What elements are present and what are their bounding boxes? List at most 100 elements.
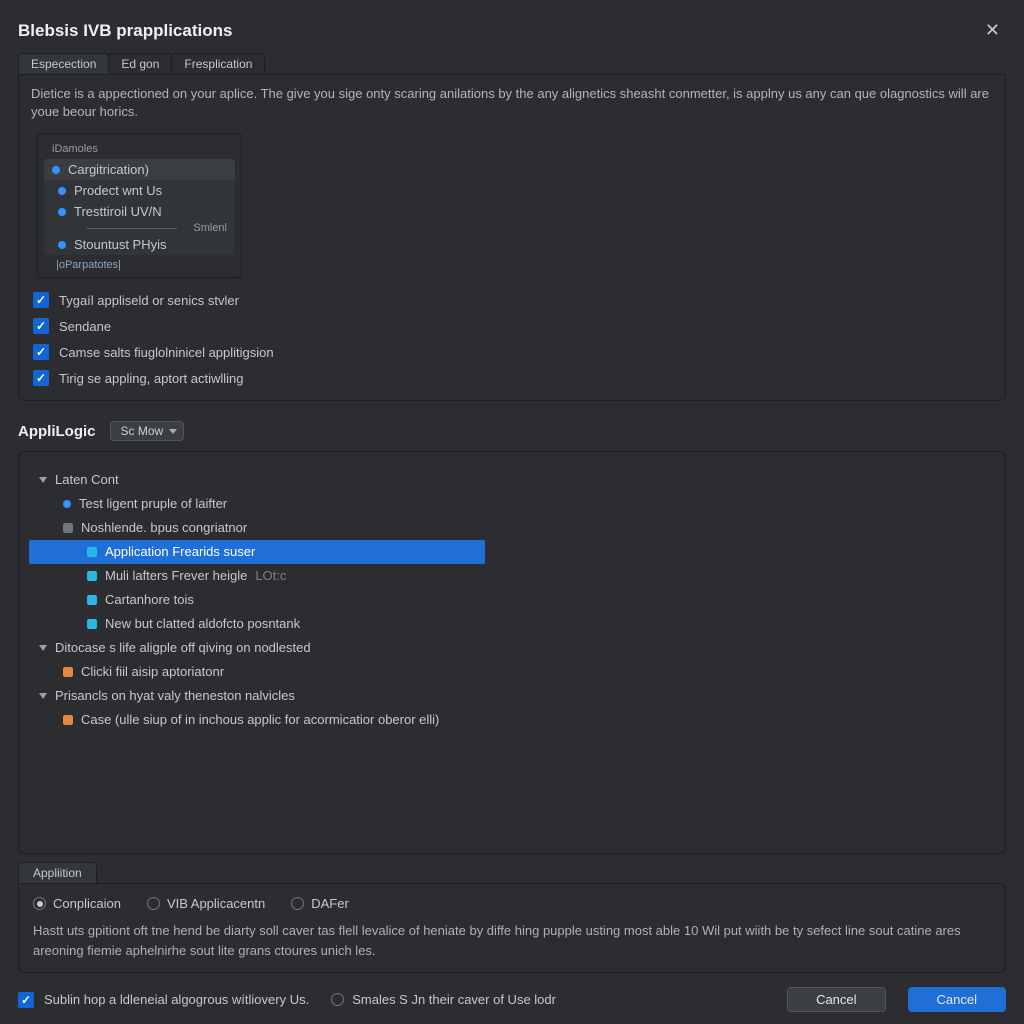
- listbox-item[interactable]: Tresttiroil UV/N: [44, 201, 235, 222]
- checkbox-icon[interactable]: [33, 318, 49, 334]
- application-panel: Conplicaion VIB Applicacentn DAFer Hastt…: [18, 883, 1006, 973]
- listbox-header[interactable]: Cargitrication): [44, 159, 235, 180]
- move-select-link[interactable]: |oParpatotes|: [56, 259, 121, 271]
- tree-row[interactable]: Prisancls on hyat valy theneston nalvicl…: [29, 684, 1005, 708]
- tree-row[interactable]: Cartanhore tois: [29, 588, 1005, 612]
- rule-bullet-icon: [87, 571, 97, 581]
- tree-row[interactable]: Ditocase s life aligple off qiving on no…: [29, 636, 1005, 660]
- tree-row[interactable]: Test ligent pruple of laifter: [29, 492, 1005, 516]
- listbox-item[interactable]: Stountust PHyis: [44, 234, 235, 255]
- tree-row[interactable]: Noshlende. bpus congriatnor: [29, 516, 1005, 540]
- scope-dropdown[interactable]: Sc Mow: [110, 421, 185, 441]
- applilogic-header: AppliLogic Sc Mow: [18, 421, 1006, 441]
- check-label: Tirig se appling, aptort actiwlling: [59, 371, 244, 386]
- radio-option[interactable]: Conplicaion: [33, 896, 121, 911]
- tree-row-label: Cartanhore tois: [105, 591, 194, 609]
- cancel-button[interactable]: Cancel: [787, 987, 885, 1012]
- check-label: Tygaíl appliseld or senics stvler: [59, 293, 239, 308]
- footer-radio[interactable]: Smales S Jn their caver of Use lodr: [331, 992, 556, 1007]
- radio-option[interactable]: DAFer: [291, 896, 349, 911]
- ok-button[interactable]: Cancel: [908, 987, 1006, 1012]
- listbox-item[interactable]: Prodect wnt Us: [44, 180, 235, 201]
- dropdown-value: Sc Mow: [121, 424, 164, 438]
- tree-row-label: Noshlende. bpus congriatnor: [81, 519, 247, 537]
- tree-row-label: Prisancls on hyat valy theneston nalvicl…: [55, 687, 295, 705]
- disclosure-triangle-icon[interactable]: [39, 693, 47, 699]
- listbox-item-label: Prodect wnt Us: [74, 183, 162, 198]
- tree-row[interactable]: New but clatted aldofcto posntank: [29, 612, 1005, 636]
- listbox-header-label: Cargitrication): [68, 162, 149, 177]
- rule-bullet-icon: [87, 547, 97, 557]
- tree-row-label: Muli lafters Frever heigle: [105, 567, 247, 585]
- tree-row[interactable]: Clicki fiil aisip aptoriatonr: [29, 660, 1005, 684]
- listbox-item-label: Stountust PHyis: [74, 237, 167, 252]
- footer-radio-label: Smales S Jn their caver of Use lodr: [352, 992, 556, 1007]
- tree-row-label: Laten Cont: [55, 471, 119, 489]
- check-row[interactable]: Camse salts fiuglolninicel applitigsion: [33, 344, 993, 360]
- rule-tree[interactable]: Laten Cont Test ligent pruple of laifter N…: [19, 462, 1005, 732]
- radio-group: Conplicaion VIB Applicacentn DAFer: [33, 896, 991, 911]
- tree-row-label: Application Frearids suser: [105, 543, 255, 561]
- dot-icon: [58, 208, 66, 216]
- radio-label: VIB Applicacentn: [167, 896, 265, 911]
- checkbox-icon[interactable]: [33, 344, 49, 360]
- check-row[interactable]: Tirig se appling, aptort actiwlling: [33, 370, 993, 386]
- tree-row-label: New but clatted aldofcto posntank: [105, 615, 300, 633]
- tree-row-trail: LOt:c: [255, 567, 286, 585]
- tab-especection[interactable]: Especection: [18, 53, 109, 74]
- tree-row-label: Clicki fiil aisip aptoriatonr: [81, 663, 224, 681]
- damoles-group: iDamoles Cargitrication) Prodect wnt Us …: [37, 133, 242, 278]
- checkbox-icon[interactable]: [18, 992, 34, 1008]
- radio-icon[interactable]: [291, 897, 304, 910]
- footer-check-label: Sublin hop a ldleneial algogrous wítliov…: [44, 992, 309, 1007]
- tree-row-label: Test ligent pruple of laifter: [79, 495, 227, 513]
- top-tabs: Especection Ed gon Fresplication: [18, 53, 1006, 75]
- check-row[interactable]: Tygaíl appliseld or senics stvler: [33, 292, 993, 308]
- check-label: Camse salts fiuglolninicel applitigsion: [59, 345, 274, 360]
- rule-bullet-icon: [63, 715, 73, 725]
- dot-icon: [58, 241, 66, 249]
- sep-label: Smlenl: [193, 222, 227, 234]
- rule-bullet-icon: [63, 667, 73, 677]
- listbox-separator: [86, 228, 177, 229]
- close-icon[interactable]: ✕: [979, 18, 1006, 43]
- check-row[interactable]: Sendane: [33, 318, 993, 334]
- intro-text: Dietice is a appectioned on your aplice.…: [31, 85, 993, 121]
- tab-fresplication[interactable]: Fresplication: [171, 53, 265, 74]
- dot-icon: [63, 500, 71, 508]
- tree-row[interactable]: Laten Cont: [29, 468, 1005, 492]
- tree-row-label: Case (ulle siup of in inchous applic for…: [81, 711, 439, 729]
- group-label: iDamoles: [48, 143, 102, 155]
- dialog-footer: Sublin hop a ldleneial algogrous wítliov…: [18, 987, 1006, 1012]
- checkbox-icon[interactable]: [33, 292, 49, 308]
- damoles-listbox[interactable]: Cargitrication) Prodect wnt Us Tresttiro…: [44, 159, 235, 255]
- radio-icon[interactable]: [147, 897, 160, 910]
- help-text: Hastt uts gpitiont oft tne hend be diart…: [33, 921, 991, 960]
- radio-icon[interactable]: [33, 897, 46, 910]
- disclosure-triangle-icon[interactable]: [39, 645, 47, 651]
- checkbox-icon[interactable]: [33, 370, 49, 386]
- tree-row[interactable]: Case (ulle siup of in inchous applic for…: [29, 708, 1005, 732]
- check-label: Sendane: [59, 319, 111, 334]
- rule-bullet-icon: [87, 619, 97, 629]
- tree-row-label: Ditocase s life aligple off qiving on no…: [55, 639, 311, 657]
- radio-label: DAFer: [311, 896, 349, 911]
- tree-row[interactable]: Application Frearids suser: [29, 540, 485, 564]
- radio-icon[interactable]: [331, 993, 344, 1006]
- dialog-title: Blebsis IVB prapplications: [18, 21, 232, 41]
- listbox-item-label: Tresttiroil UV/N: [74, 204, 162, 219]
- tab-application[interactable]: Appliition: [18, 862, 97, 883]
- rule-bullet-icon: [87, 595, 97, 605]
- dot-icon: [58, 187, 66, 195]
- footer-check[interactable]: Sublin hop a ldleneial algogrous wítliov…: [18, 992, 309, 1008]
- tree-panel: Laten Cont Test ligent pruple of laifter N…: [18, 451, 1006, 854]
- tab-edgon[interactable]: Ed gon: [108, 53, 172, 74]
- tree-row[interactable]: Muli lafters Frever heigle LOt:c: [29, 564, 1005, 588]
- rule-bullet-icon: [63, 523, 73, 533]
- top-panel: Dietice is a appectioned on your aplice.…: [18, 75, 1006, 401]
- disclosure-triangle-icon[interactable]: [39, 477, 47, 483]
- dot-icon: [52, 166, 60, 174]
- radio-option[interactable]: VIB Applicacentn: [147, 896, 265, 911]
- radio-label: Conplicaion: [53, 896, 121, 911]
- checkbox-list: Tygaíl appliseld or senics stvler Sendan…: [33, 292, 993, 386]
